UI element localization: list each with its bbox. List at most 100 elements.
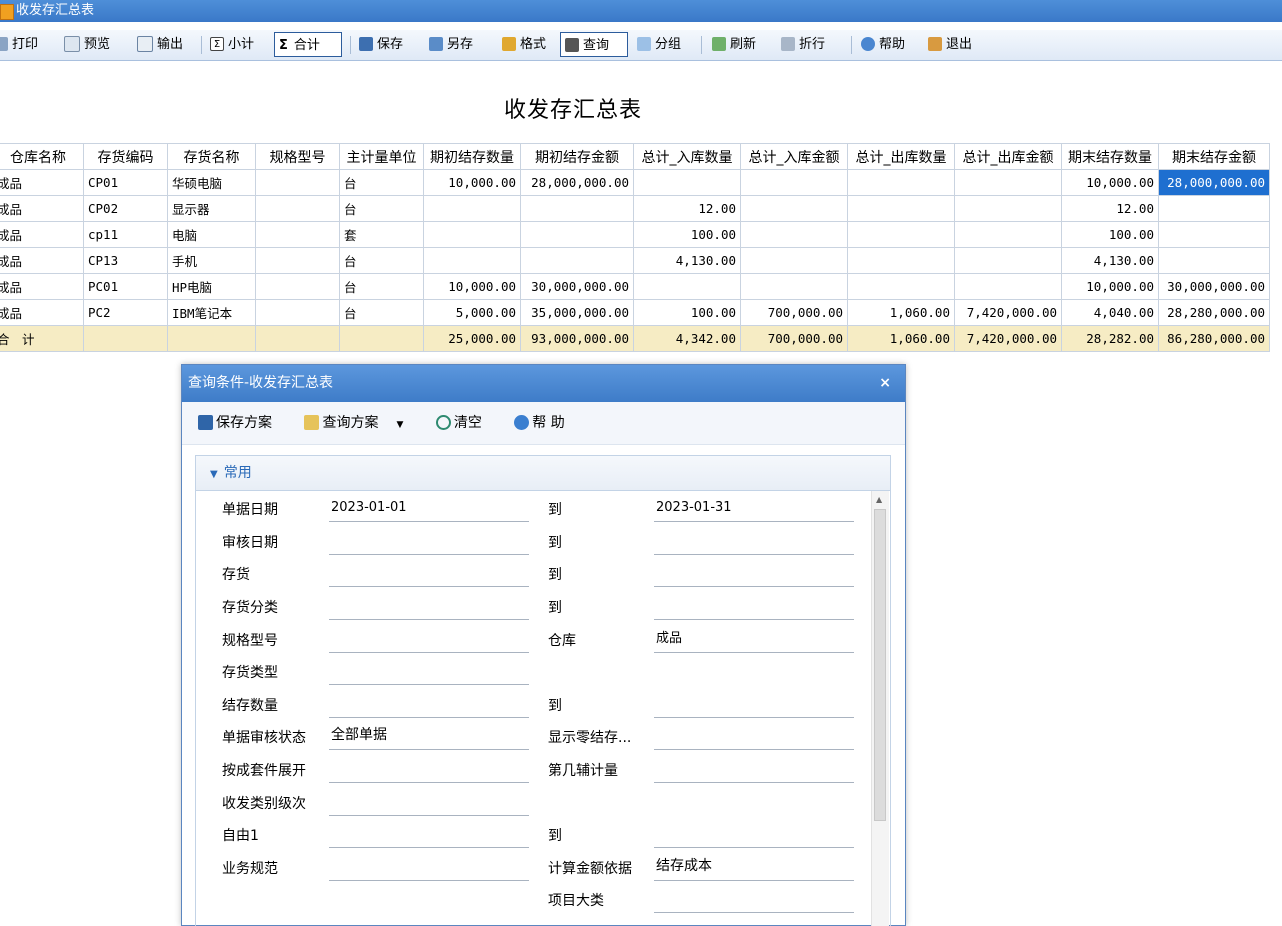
cell-open-amt[interactable] (520, 247, 634, 274)
total-button[interactable]: Σ 合计 (274, 32, 342, 57)
cell-warehouse[interactable]: 成品 (0, 195, 84, 222)
print-button[interactable]: 打印 (0, 32, 38, 57)
cell-out-amt[interactable] (954, 169, 1062, 196)
cell-total-label[interactable]: 合 计 (0, 325, 84, 352)
cell-close-amt-selected[interactable]: 28,000,000.00 (1158, 169, 1270, 196)
group-header[interactable]: ▼ 常用 (196, 456, 890, 491)
inv-class-to-input[interactable] (654, 589, 854, 620)
cell-total-in-qty[interactable]: 4,342.00 (633, 325, 741, 352)
cell-close-amt[interactable]: 28,280,000.00 (1158, 299, 1270, 326)
free1-to-input[interactable] (654, 817, 854, 848)
cell-total-open-qty[interactable]: 25,000.00 (423, 325, 521, 352)
cell-out-qty[interactable] (847, 169, 955, 196)
column-header[interactable]: 规格型号 (255, 143, 340, 170)
form-scrollbar[interactable]: ▲ (871, 491, 889, 926)
rd-level-input[interactable] (329, 785, 529, 816)
audit-status-select[interactable]: 全部单据 (329, 719, 529, 750)
cell-warehouse[interactable]: 成品 (0, 247, 84, 274)
cell-total-open-amt[interactable]: 93,000,000.00 (520, 325, 634, 352)
aux-unit-select[interactable] (654, 752, 854, 783)
cell-warehouse[interactable]: 成品 (0, 273, 84, 300)
inventory-to-input[interactable] (654, 556, 854, 587)
column-header[interactable]: 主计量单位 (339, 143, 424, 170)
help-button[interactable]: 帮 助 (514, 414, 578, 431)
cell-name[interactable]: HP电脑 (167, 273, 256, 300)
column-header[interactable]: 存货名称 (167, 143, 256, 170)
cell-in-amt[interactable] (740, 169, 848, 196)
cell-open-qty[interactable] (423, 221, 521, 248)
table-row[interactable]: 成品 cp11 电脑 套 100.00 100.00 (0, 221, 1270, 248)
cell-open-amt[interactable]: 35,000,000.00 (520, 299, 634, 326)
cell-open-amt[interactable] (520, 221, 634, 248)
cell-close-qty[interactable]: 4,040.00 (1061, 299, 1159, 326)
cell-close-qty[interactable]: 10,000.00 (1061, 169, 1159, 196)
scrollbar-thumb[interactable] (874, 509, 886, 821)
spec-input[interactable] (329, 622, 529, 653)
cell-open-qty[interactable] (423, 195, 521, 222)
help-button[interactable]: 帮助 (861, 32, 905, 57)
cell-spec[interactable] (255, 247, 340, 274)
cell-in-qty[interactable] (633, 273, 741, 300)
save-button[interactable]: 保存 (359, 32, 403, 57)
table-row[interactable]: 成品 CP02 显示器 台 12.00 12.00 (0, 195, 1270, 222)
cell-empty[interactable] (255, 325, 340, 352)
column-header[interactable]: 期初结存数量 (423, 143, 521, 170)
cell-warehouse[interactable]: 成品 (0, 221, 84, 248)
cell-unit[interactable]: 台 (339, 247, 424, 274)
cell-name[interactable]: 电脑 (167, 221, 256, 248)
cell-in-qty[interactable]: 100.00 (633, 221, 741, 248)
wrap-button[interactable]: 折行 (781, 32, 825, 57)
cell-in-amt[interactable] (740, 247, 848, 274)
group-button[interactable]: 分组 (637, 32, 681, 57)
cell-warehouse[interactable]: 成品 (0, 169, 84, 196)
exit-button[interactable]: 退出 (928, 32, 972, 57)
preview-button[interactable]: 预览 (64, 32, 110, 57)
cell-spec[interactable] (255, 299, 340, 326)
cell-spec[interactable] (255, 169, 340, 196)
kit-expand-select[interactable] (329, 752, 529, 783)
column-header[interactable]: 存货编码 (83, 143, 168, 170)
cell-code[interactable]: CP02 (83, 195, 168, 222)
cell-close-qty[interactable]: 12.00 (1061, 195, 1159, 222)
cell-close-qty[interactable]: 100.00 (1061, 221, 1159, 248)
cell-in-qty[interactable]: 100.00 (633, 299, 741, 326)
audit-date-to-input[interactable] (654, 524, 854, 555)
column-header[interactable]: 总计_出库金额 (954, 143, 1062, 170)
table-row[interactable]: 成品 PC01 HP电脑 台 10,000.00 30,000,000.00 1… (0, 273, 1270, 300)
free1-from-input[interactable] (329, 817, 529, 848)
cell-close-amt[interactable] (1158, 247, 1270, 274)
query-button[interactable]: 查询 (560, 32, 628, 57)
cell-total-out-amt[interactable]: 7,420,000.00 (954, 325, 1062, 352)
column-header[interactable]: 期末结存数量 (1061, 143, 1159, 170)
doc-date-to-input[interactable]: 2023-01-31 (654, 491, 854, 522)
inv-type-input[interactable] (329, 654, 529, 685)
cell-open-qty[interactable]: 5,000.00 (423, 299, 521, 326)
cell-name[interactable]: 手机 (167, 247, 256, 274)
cell-open-qty[interactable]: 10,000.00 (423, 273, 521, 300)
table-row[interactable]: 成品 CP13 手机 台 4,130.00 4,130.00 (0, 247, 1270, 274)
cell-name[interactable]: IBM笔记本 (167, 299, 256, 326)
cell-open-amt[interactable]: 28,000,000.00 (520, 169, 634, 196)
column-header[interactable]: 仓库名称 (0, 143, 84, 170)
cell-empty[interactable] (339, 325, 424, 352)
cell-unit[interactable]: 台 (339, 299, 424, 326)
query-scheme-button[interactable]: 查询方案 ▼ (304, 414, 417, 431)
cell-out-qty[interactable] (847, 247, 955, 274)
column-header[interactable]: 总计_入库数量 (633, 143, 741, 170)
cell-close-qty[interactable]: 10,000.00 (1061, 273, 1159, 300)
cell-in-amt[interactable] (740, 221, 848, 248)
cell-code[interactable]: CP13 (83, 247, 168, 274)
total-row[interactable]: 合 计 25,000.00 93,000,000.00 4,342.00 700… (0, 325, 1270, 352)
cell-unit[interactable]: 台 (339, 195, 424, 222)
cell-empty[interactable] (167, 325, 256, 352)
project-class-input[interactable] (654, 882, 854, 913)
balance-qty-from-input[interactable] (329, 687, 529, 718)
cell-code[interactable]: PC01 (83, 273, 168, 300)
cell-out-amt[interactable] (954, 273, 1062, 300)
cell-out-amt[interactable]: 7,420,000.00 (954, 299, 1062, 326)
cell-total-close-qty[interactable]: 28,282.00 (1061, 325, 1159, 352)
cell-out-qty[interactable] (847, 273, 955, 300)
cell-open-amt[interactable] (520, 195, 634, 222)
column-header[interactable]: 总计_入库金额 (740, 143, 848, 170)
refresh-button[interactable]: 刷新 (712, 32, 756, 57)
